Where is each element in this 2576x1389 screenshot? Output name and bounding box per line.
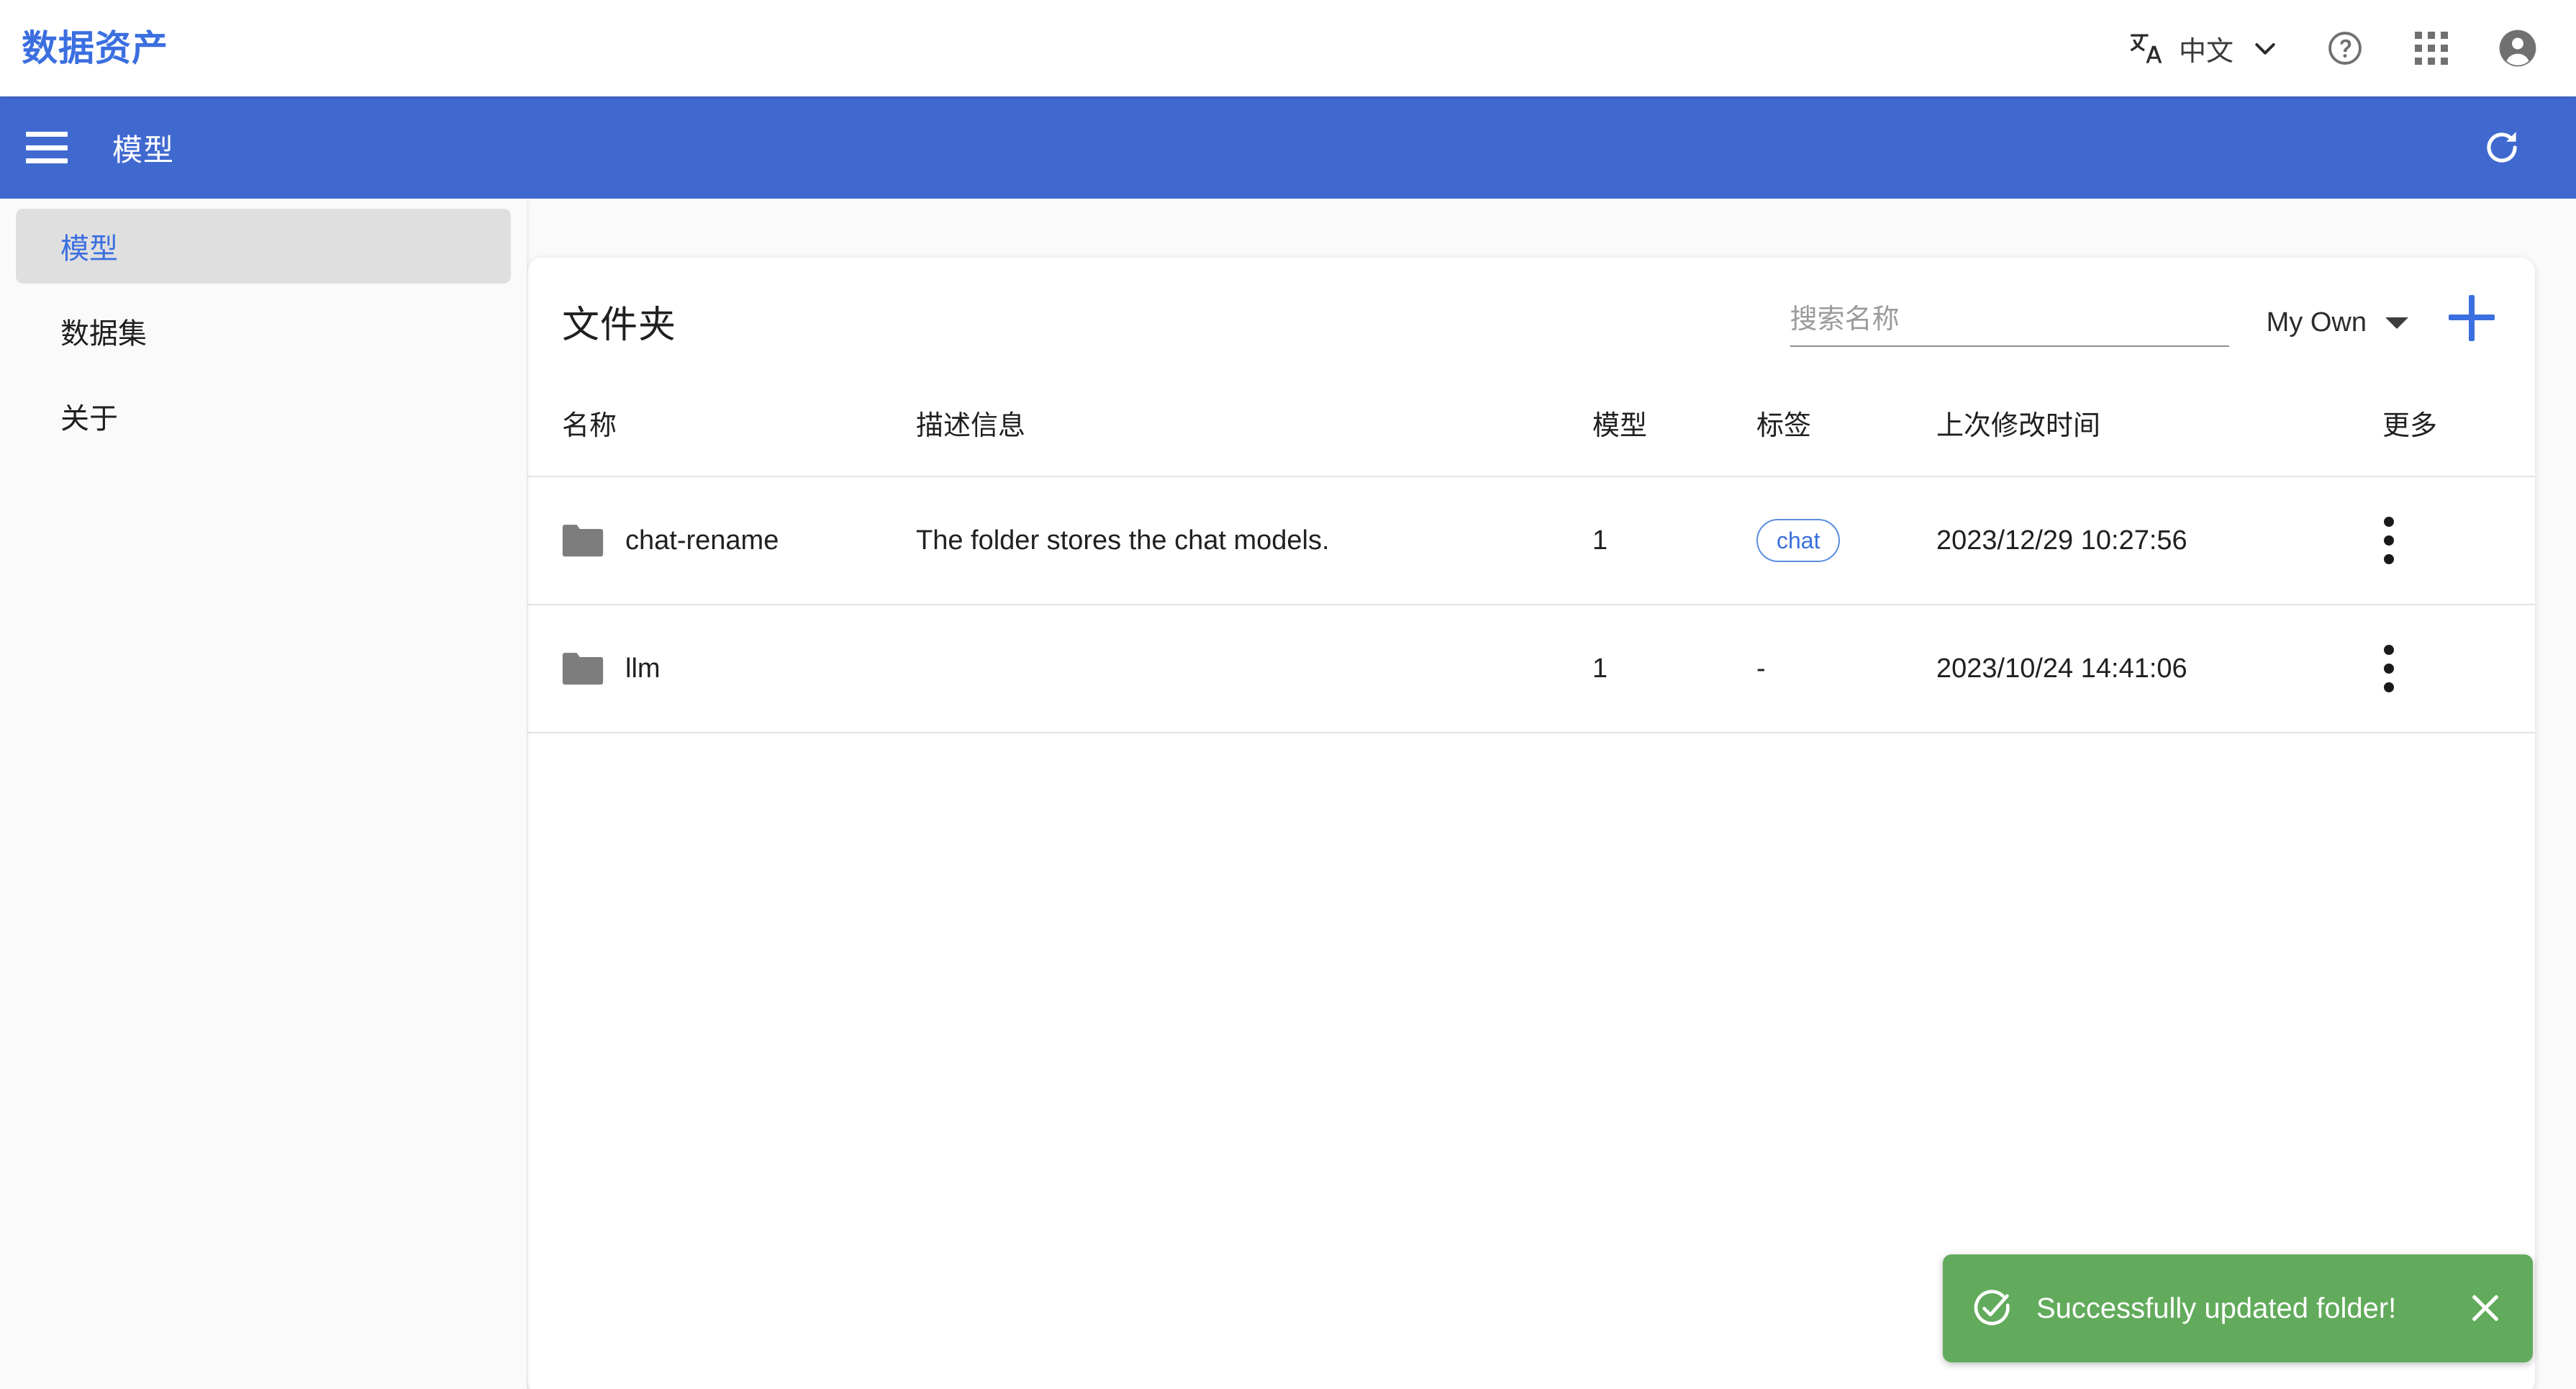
table-body: chat-rename The folder stores the chat m… — [527, 476, 2535, 733]
column-header-description: 描述信息 — [916, 384, 1592, 477]
top-bar: 数据资产 中文 — [0, 0, 2576, 96]
page-title: 文件夹 — [562, 304, 677, 346]
table-row[interactable]: llm 1 - 2023/10/24 14:41:06 — [527, 605, 2535, 733]
language-selector[interactable]: 中文 — [2128, 29, 2280, 68]
card-header: 文件夹 My Own — [527, 258, 2535, 384]
sidebar-item-models[interactable]: 模型 — [16, 209, 511, 284]
add-folder-button[interactable] — [2449, 295, 2495, 341]
column-header-tags: 标签 — [1756, 384, 1936, 477]
app-root: 数据资产 中文 模型 模型 数据集 关于 文件夹 搜索名称 My Own 名称 … — [0, 0, 2576, 1389]
chevron-down-icon[interactable] — [2233, 34, 2280, 63]
cell-more — [2382, 476, 2535, 605]
sidebar-item-label: 模型 — [60, 233, 118, 265]
app-bar: 模型 — [0, 96, 2576, 199]
search-field-wrapper — [1790, 299, 2229, 347]
folder-name-group: llm — [562, 651, 916, 687]
sidebar-item-label: 数据集 — [60, 318, 147, 350]
cell-description: The folder stores the chat models. — [916, 476, 1592, 605]
search-input[interactable] — [1790, 299, 2229, 347]
cell-name: chat-rename — [527, 476, 916, 605]
cell-tags: chat — [1756, 476, 1936, 605]
folder-icon — [562, 522, 604, 558]
column-header-name: 名称 — [527, 384, 916, 477]
refresh-button[interactable] — [2480, 125, 2524, 170]
folder-icon — [562, 651, 604, 687]
account-circle-icon — [2497, 27, 2539, 69]
content-area: 文件夹 My Own 名称 — [527, 199, 2576, 1389]
folder-name-group: chat-rename — [562, 522, 916, 558]
folder-name: chat-rename — [625, 525, 779, 556]
app-bar-title: 模型 — [112, 132, 175, 167]
close-icon[interactable] — [2465, 1288, 2505, 1329]
card-toolbar: My Own — [1790, 295, 2495, 347]
caret-down-icon — [2385, 317, 2408, 329]
refresh-icon — [2480, 125, 2524, 170]
help-button[interactable] — [2324, 27, 2366, 69]
brand-title: 数据资产 — [22, 28, 168, 68]
kebab-menu-icon[interactable] — [2382, 517, 2395, 564]
apps-grid-icon — [2415, 32, 2448, 65]
scope-dropdown[interactable]: My Own — [2267, 307, 2408, 338]
tag-chip[interactable]: chat — [1756, 519, 1841, 562]
cell-tags: - — [1756, 605, 1936, 733]
column-header-more: 更多 — [2382, 384, 2535, 477]
column-header-models: 模型 — [1592, 384, 1756, 477]
toast-message: Successfully updated folder! — [2036, 1292, 2397, 1324]
help-circle-icon — [2326, 29, 2364, 68]
sidebar-item-datasets[interactable]: 数据集 — [16, 294, 511, 368]
cell-models: 1 — [1592, 476, 1756, 605]
table-row[interactable]: chat-rename The folder stores the chat m… — [527, 476, 2535, 605]
top-bar-actions: 中文 — [2128, 27, 2539, 69]
check-circle-icon — [1970, 1286, 2015, 1331]
language-label: 中文 — [2178, 36, 2233, 67]
cell-name: llm — [527, 605, 916, 733]
scope-dropdown-value: My Own — [2266, 307, 2367, 338]
sidebar: 模型 数据集 关于 — [0, 199, 527, 1389]
cell-modified: 2023/12/29 10:27:56 — [1936, 476, 2382, 605]
kebab-menu-icon[interactable] — [2382, 645, 2395, 692]
sidebar-item-about[interactable]: 关于 — [16, 379, 511, 453]
table-header-row: 名称 描述信息 模型 标签 上次修改时间 更多 — [527, 384, 2535, 477]
folders-card: 文件夹 My Own 名称 — [527, 258, 2535, 1389]
folders-table: 名称 描述信息 模型 标签 上次修改时间 更多 chat-rename The … — [527, 384, 2535, 733]
apps-button[interactable] — [2411, 27, 2452, 69]
table-head: 名称 描述信息 模型 标签 上次修改时间 更多 — [527, 384, 2535, 477]
sidebar-item-label: 关于 — [60, 403, 118, 435]
cell-models: 1 — [1592, 605, 1756, 733]
cell-more — [2382, 605, 2535, 733]
column-header-modified: 上次修改时间 — [1936, 384, 2382, 477]
folder-name: llm — [625, 653, 661, 684]
account-button[interactable] — [2497, 27, 2539, 69]
hamburger-menu-icon[interactable] — [26, 132, 68, 163]
translate-icon — [2128, 30, 2166, 67]
cell-modified: 2023/10/24 14:41:06 — [1936, 605, 2382, 733]
success-toast: Successfully updated folder! — [1943, 1254, 2533, 1362]
cell-description — [916, 605, 1592, 733]
